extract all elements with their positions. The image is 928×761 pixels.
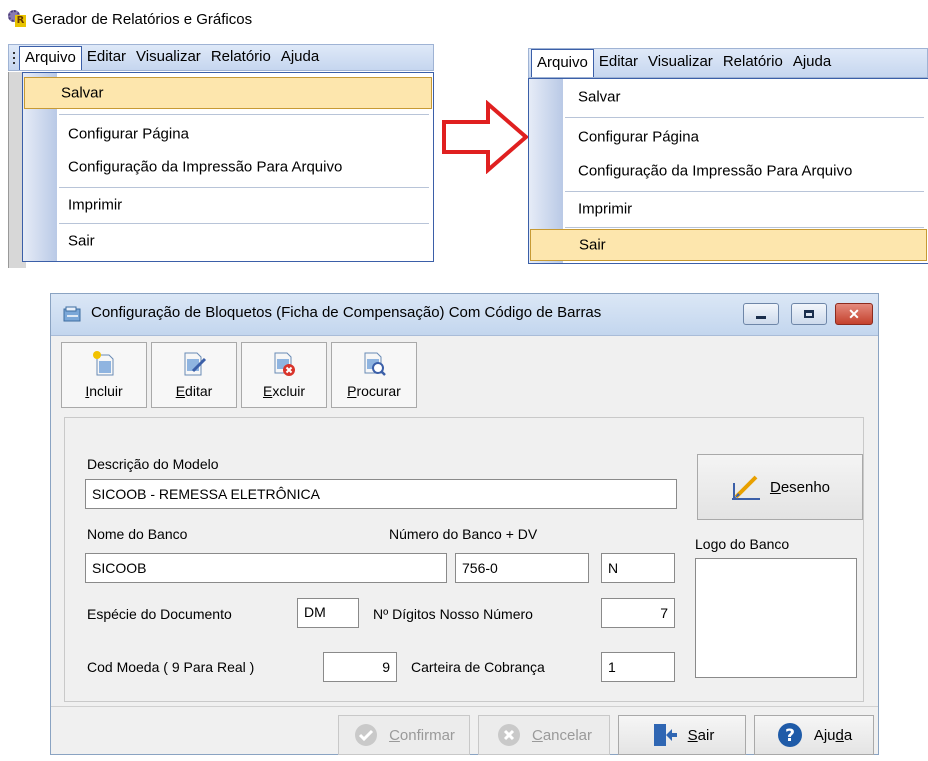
menu-item-sair[interactable]: Sair bbox=[24, 225, 432, 257]
maximize-icon bbox=[804, 310, 814, 318]
menu-item-imprimir-right[interactable]: Imprimir bbox=[530, 193, 927, 225]
menu-editar-right[interactable]: Editar bbox=[594, 51, 643, 75]
search-document-icon bbox=[364, 352, 386, 376]
arquivo-dropdown-right: Salvar Configurar Página Configuração da… bbox=[528, 78, 928, 264]
menubar: Arquivo Editar Visualizar Relatório Ajud… bbox=[8, 44, 434, 71]
minimize-button[interactable] bbox=[743, 303, 779, 325]
menu-item-sair-right[interactable]: Sair bbox=[530, 229, 927, 261]
procurar-button[interactable]: Procurar bbox=[331, 342, 417, 408]
carteira-input[interactable]: 1 bbox=[601, 652, 675, 682]
confirmar-button[interactable]: Confirmar bbox=[338, 715, 470, 755]
excluir-button[interactable]: Excluir bbox=[241, 342, 327, 408]
editar-button[interactable]: Editar bbox=[151, 342, 237, 408]
nome-banco-input[interactable]: SICOOB bbox=[85, 553, 447, 583]
digitos-label: Nº Dígitos Nosso Número bbox=[373, 606, 533, 622]
maximize-button[interactable] bbox=[791, 303, 827, 325]
window-app-icon bbox=[63, 306, 81, 322]
menu-item-configurar-pagina[interactable]: Configurar Página bbox=[24, 118, 432, 150]
menu-item-salvar[interactable]: Salvar bbox=[24, 77, 432, 109]
report-generator-icon: R bbox=[8, 10, 26, 28]
menu-item-configurar-pagina-right[interactable]: Configurar Página bbox=[530, 121, 927, 153]
menu-ajuda[interactable]: Ajuda bbox=[276, 46, 324, 70]
close-icon: ✕ bbox=[848, 305, 860, 322]
cancel-circle-icon bbox=[497, 724, 520, 746]
drawing-tool-icon bbox=[731, 475, 760, 500]
menubar-grip[interactable] bbox=[9, 45, 19, 70]
minimize-icon bbox=[756, 315, 766, 319]
menu-relatorio-right[interactable]: Relatório bbox=[718, 51, 788, 75]
digitos-input[interactable]: 7 bbox=[601, 598, 675, 628]
exit-door-icon bbox=[653, 724, 677, 746]
descricao-label: Descrição do Modelo bbox=[87, 456, 219, 472]
menu-relatorio[interactable]: Relatório bbox=[206, 46, 276, 70]
logo-banco-image-box[interactable] bbox=[695, 558, 857, 678]
dialog-button-bar: Confirmar Cancelar Sair ? Ajuda bbox=[51, 706, 878, 755]
check-circle-icon bbox=[355, 724, 378, 746]
especie-label: Espécie do Documento bbox=[87, 606, 232, 622]
menu-item-imprimir[interactable]: Imprimir bbox=[24, 189, 432, 221]
numero-banco-label: Número do Banco + DV bbox=[389, 526, 538, 542]
left-menu-panel: R Gerador de Relatórios e Gráficos Arqui… bbox=[0, 0, 440, 268]
dialog-titlebar[interactable]: Configuração de Bloquetos (Ficha de Comp… bbox=[51, 294, 878, 336]
menu-item-configuracao-impressao-right[interactable]: Configuração da Impressão Para Arquivo bbox=[530, 155, 927, 187]
numero-banco-dv-input[interactable]: N bbox=[601, 553, 675, 583]
cancelar-button[interactable]: Cancelar bbox=[478, 715, 610, 755]
right-arrow-icon bbox=[442, 100, 530, 174]
dialog-toolbar: Incluir Editar Excluir Procurar bbox=[61, 342, 417, 408]
menu-item-configuracao-impressao[interactable]: Configuração da Impressão Para Arquivo bbox=[24, 151, 432, 183]
menu-ajuda-right[interactable]: Ajuda bbox=[788, 51, 836, 75]
cod-moeda-input[interactable]: 9 bbox=[323, 652, 397, 682]
logo-banco-label: Logo do Banco bbox=[695, 536, 790, 552]
carteira-label: Carteira de Cobrança bbox=[411, 659, 545, 675]
delete-document-icon bbox=[274, 352, 295, 376]
ajuda-button[interactable]: ? Ajuda bbox=[754, 715, 874, 755]
app-title: Gerador de Relatórios e Gráficos bbox=[32, 10, 253, 28]
cod-moeda-label: Cod Moeda ( 9 Para Real ) bbox=[87, 659, 255, 675]
especie-input[interactable]: DM bbox=[297, 598, 359, 628]
menu-item-salvar-right[interactable]: Salvar bbox=[530, 81, 927, 113]
descricao-input[interactable]: SICOOB - REMESSA ELETRÔNICA bbox=[85, 479, 677, 509]
menu-arquivo[interactable]: Arquivo bbox=[19, 45, 82, 70]
new-document-icon bbox=[93, 351, 114, 376]
menu-arquivo-right[interactable]: Arquivo bbox=[531, 49, 594, 77]
dialog-title: Configuração de Bloquetos (Ficha de Comp… bbox=[91, 304, 602, 321]
menu-visualizar[interactable]: Visualizar bbox=[131, 46, 206, 70]
desenho-button[interactable]: Desenho bbox=[697, 454, 863, 520]
nome-banco-label: Nome do Banco bbox=[87, 526, 188, 542]
close-button[interactable]: ✕ bbox=[835, 303, 873, 325]
svg-text:?: ? bbox=[785, 726, 795, 746]
right-menu-panel: Arquivo Editar Visualizar Relatório Ajud… bbox=[528, 48, 928, 268]
menu-editar[interactable]: Editar bbox=[82, 46, 131, 70]
numero-banco-input[interactable]: 756-0 bbox=[455, 553, 589, 583]
menu-visualizar-right[interactable]: Visualizar bbox=[643, 51, 718, 75]
edit-document-icon bbox=[184, 352, 207, 376]
app-titlebar: R Gerador de Relatórios e Gráficos bbox=[8, 8, 252, 30]
menubar-right: Arquivo Editar Visualizar Relatório Ajud… bbox=[528, 48, 928, 78]
arquivo-dropdown: Salvar Configurar Página Configuração da… bbox=[22, 72, 434, 262]
incluir-button[interactable]: Incluir bbox=[61, 342, 147, 408]
help-icon: ? bbox=[777, 723, 802, 747]
sair-button[interactable]: Sair bbox=[618, 715, 746, 755]
bloquetos-dialog: Configuração de Bloquetos (Ficha de Comp… bbox=[50, 293, 879, 755]
